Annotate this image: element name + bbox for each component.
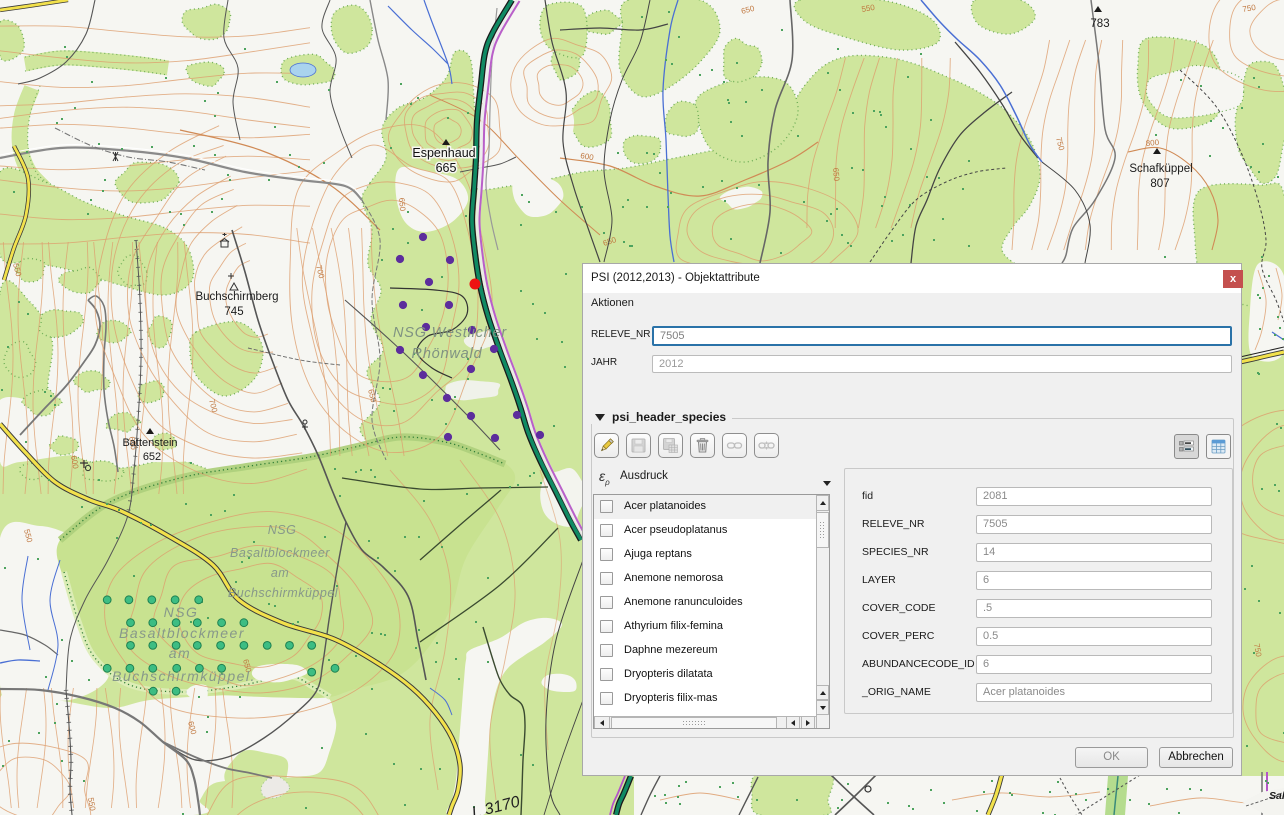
svg-text:652: 652 bbox=[143, 451, 161, 463]
svg-text:Buchschirmküppel.: Buchschirmküppel. bbox=[112, 668, 256, 684]
svg-text:Schafküppel: Schafküppel bbox=[1129, 163, 1192, 175]
svg-text:Salk: Salk bbox=[1269, 790, 1284, 802]
svg-text:am: am bbox=[169, 645, 191, 661]
svg-text:650: 650 bbox=[831, 167, 841, 182]
svg-text:800: 800 bbox=[1145, 138, 1160, 148]
svg-text:807: 807 bbox=[1150, 178, 1169, 190]
svg-text:NSG: NSG bbox=[164, 604, 199, 620]
svg-text:745: 745 bbox=[224, 306, 243, 318]
svg-text:665: 665 bbox=[436, 161, 457, 175]
svg-text:Buchschirmberg: Buchschirmberg bbox=[195, 291, 278, 303]
svg-text:Espenhaud: Espenhaud bbox=[412, 146, 475, 160]
svg-text:650: 650 bbox=[397, 197, 407, 212]
svg-text:NSG: NSG bbox=[268, 523, 297, 537]
svg-text:783: 783 bbox=[1090, 18, 1109, 30]
svg-text:NSG Westlicher: NSG Westlicher bbox=[393, 325, 507, 341]
svg-text:Rhönwald: Rhönwald bbox=[412, 346, 483, 362]
svg-text:Battenstein: Battenstein bbox=[122, 437, 177, 449]
svg-text:Buchschirmküppel: Buchschirmküppel bbox=[228, 586, 339, 600]
svg-text:am: am bbox=[271, 566, 289, 580]
svg-text:Basaltblockmeer: Basaltblockmeer bbox=[230, 546, 330, 560]
svg-text:Basaltblockmeer: Basaltblockmeer bbox=[119, 625, 245, 641]
